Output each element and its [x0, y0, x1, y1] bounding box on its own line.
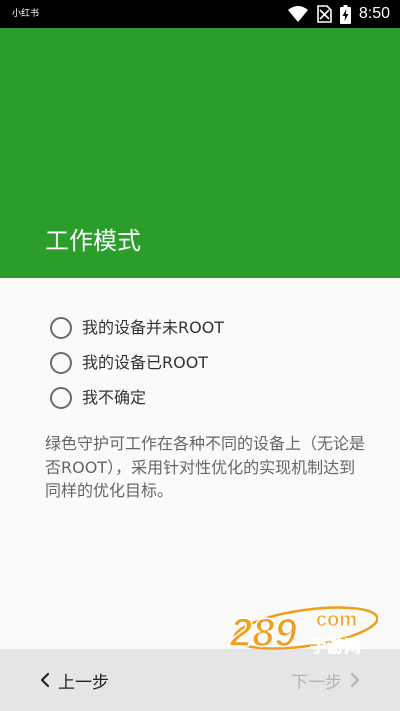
battery-charging-icon — [339, 4, 351, 24]
prev-step-label: 上一步 — [58, 672, 109, 693]
watermark-logo: 289 com 手游网 — [228, 606, 378, 656]
watermark-brand: 289 — [229, 611, 297, 655]
chevron-right-icon — [350, 672, 360, 688]
clock: 8:50 — [358, 5, 390, 22]
option-not-rooted[interactable]: 我的设备并未ROOT — [50, 310, 224, 345]
prev-step-button[interactable]: 上一步 — [40, 667, 109, 693]
option-label: 我的设备已ROOT — [82, 352, 209, 372]
radio-not-rooted[interactable] — [50, 316, 72, 339]
header: 工作模式 — [0, 28, 400, 278]
next-step-label: 下一步 — [291, 672, 342, 693]
option-label: 我不确定 — [82, 387, 147, 407]
wifi-icon — [287, 6, 308, 22]
option-label: 我的设备并未ROOT — [82, 317, 225, 337]
status-bar: 小红书 8:50 — [0, 0, 400, 28]
radio-rooted[interactable] — [50, 351, 72, 374]
radio-unsure[interactable] — [50, 386, 72, 409]
option-unsure[interactable]: 我不确定 — [50, 380, 224, 415]
next-step-button[interactable]: 下一步 — [291, 667, 360, 693]
watermark-caption: 手游网 — [310, 636, 361, 656]
page-title: 工作模式 — [45, 227, 141, 255]
no-sim-icon — [317, 5, 332, 23]
mode-description: 绿色守护可工作在各种不同的设备上（无论是否ROOT），采用针对性优化的实现机制达… — [45, 434, 366, 500]
chevron-left-icon — [40, 672, 50, 688]
footer-nav: 上一步 下一步 — [0, 649, 400, 711]
mode-options: 我的设备并未ROOT 我的设备已ROOT 我不确定 — [50, 310, 224, 415]
option-rooted[interactable]: 我的设备已ROOT — [50, 345, 224, 380]
carrier-label: 小红书 — [12, 9, 40, 19]
watermark-suffix: com — [316, 609, 357, 631]
status-icons: 8:50 — [287, 4, 390, 24]
